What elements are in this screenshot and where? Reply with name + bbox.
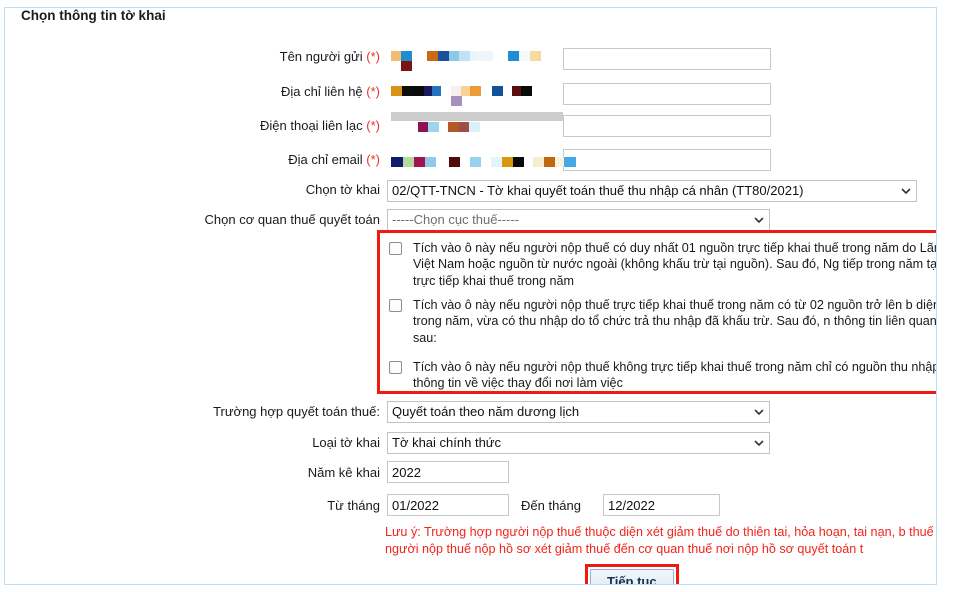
email-address-input[interactable] <box>563 149 771 171</box>
label-to-month: Đến tháng <box>521 498 581 513</box>
declaration-type-select-value: Tờ khai chính thức <box>392 435 501 450</box>
sender-name-input[interactable] <box>563 48 771 70</box>
redaction-block-contact-phone <box>391 112 566 136</box>
chevron-down-icon <box>754 215 764 224</box>
from-month-input[interactable] <box>387 494 509 516</box>
to-month-input[interactable] <box>603 494 720 516</box>
chevron-down-icon <box>901 186 911 195</box>
contact-address-input[interactable] <box>563 83 771 105</box>
field-row-tax-office-select: Chọn cơ quan thuế quyết toán <box>195 212 381 227</box>
field-row-from-month: Từ tháng <box>260 498 380 513</box>
checkbox-label-no-direct-declaration: Tích vào ô này nếu người nộp thuế không … <box>413 360 936 391</box>
checkbox-single-source[interactable] <box>389 242 402 255</box>
tax-office-select[interactable]: -----Chọn cục thuế----- <box>387 209 770 231</box>
contact-phone-input[interactable] <box>563 115 771 137</box>
label-from-month: Từ tháng <box>327 498 380 513</box>
label-email-address: Địa chỉ email (*) <box>288 152 380 167</box>
redaction-block-sender-name <box>391 51 561 71</box>
label-contact-address: Địa chỉ liên hệ (*) <box>281 84 380 99</box>
warning-note: Lưu ý: Trường hợp người nộp thuế thuộc d… <box>385 525 937 556</box>
checkbox-multi-source[interactable] <box>389 299 402 312</box>
settlement-case-select[interactable]: Quyết toán theo năm dương lịch <box>387 401 770 423</box>
checkbox-label-multi-source: Tích vào ô này nếu người nộp thuế trực t… <box>413 298 937 345</box>
label-tax-office-select: Chọn cơ quan thuế quyết toán <box>204 212 381 227</box>
field-row-declaration-select: Chọn tờ khai <box>260 182 380 197</box>
field-row-to-month: Đến tháng <box>521 498 601 513</box>
continue-button[interactable]: Tiếp tục <box>590 569 674 584</box>
checkbox-no-direct-declaration[interactable] <box>389 361 402 374</box>
checkbox-row-no-direct-declaration[interactable]: Tích vào ô này nếu người nộp thuế không … <box>389 359 936 391</box>
chevron-down-icon <box>754 438 764 447</box>
checkbox-label-single-source: Tích vào ô này nếu người nộp thuế có duy… <box>413 241 937 288</box>
label-contact-phone: Điện thoại liên lạc (*) <box>260 118 380 133</box>
declaration-scenario-highlight-box: Tích vào ô này nếu người nộp thuế có duy… <box>377 230 937 394</box>
field-row-contact-phone: Điện thoại liên lạc (*) <box>240 118 380 133</box>
checkbox-row-single-source[interactable]: Tích vào ô này nếu người nộp thuế có duy… <box>389 240 937 289</box>
checkbox-row-multi-source[interactable]: Tích vào ô này nếu người nộp thuế trực t… <box>389 297 937 346</box>
label-sender-name: Tên người gửi (*) <box>279 49 380 64</box>
redaction-block-contact-address <box>391 86 561 106</box>
declaration-info-panel: Chọn thông tin tờ khai Tên người gửi (*)… <box>4 7 937 585</box>
label-declaration-type: Loại tờ khai <box>312 435 380 450</box>
page-title: Chọn thông tin tờ khai <box>17 8 172 24</box>
field-row-declaration-type: Loại tờ khai <box>260 435 380 450</box>
field-row-sender-name: Tên người gửi (*) <box>260 49 380 64</box>
label-declaration-select: Chọn tờ khai <box>305 182 380 197</box>
settlement-case-select-value: Quyết toán theo năm dương lịch <box>392 404 580 419</box>
year-input[interactable] <box>387 461 509 483</box>
continue-button-highlight: Tiếp tục <box>585 564 679 584</box>
field-row-settlement-case: Trường hợp quyết toán thuế: <box>200 404 380 419</box>
declaration-type-select[interactable]: Tờ khai chính thức <box>387 432 770 454</box>
tax-office-select-value: -----Chọn cục thuế----- <box>392 212 520 227</box>
label-year: Năm kê khai <box>307 465 380 480</box>
declaration-select[interactable]: 02/QTT-TNCN - Tờ khai quyết toán thuế th… <box>387 180 917 202</box>
field-row-email-address: Địa chỉ email (*) <box>260 152 380 167</box>
label-settlement-case: Trường hợp quyết toán thuế: <box>213 404 380 419</box>
declaration-select-value: 02/QTT-TNCN - Tờ khai quyết toán thuế th… <box>392 183 804 198</box>
field-row-year: Năm kê khai <box>260 465 380 480</box>
chevron-down-icon <box>754 407 764 416</box>
redaction-block-email-address <box>391 157 576 169</box>
field-row-contact-address: Địa chỉ liên hệ (*) <box>260 84 380 99</box>
